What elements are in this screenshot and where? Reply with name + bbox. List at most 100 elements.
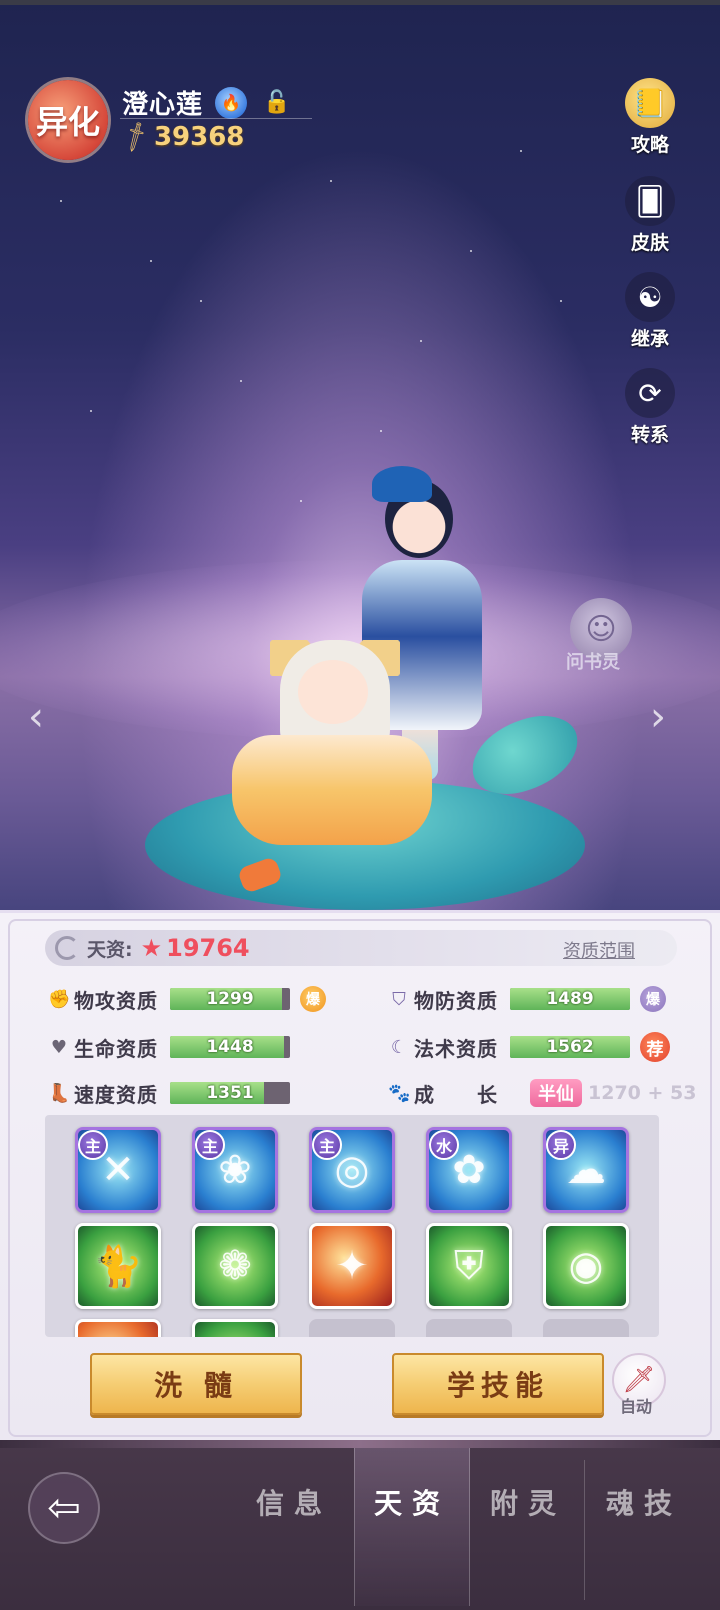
main-tag: 主	[312, 1130, 342, 1160]
stat-hp-value: 1448	[206, 1037, 254, 1057]
side-btn-skin[interactable]: 🂠 皮肤	[620, 176, 680, 255]
wash-button[interactable]: 洗 髓	[90, 1353, 302, 1415]
wave-skill-icon: ◎	[334, 1147, 370, 1193]
side-btn-guide-label: 攻略	[630, 134, 669, 156]
green-lotus-skill-icon: ❁	[218, 1243, 252, 1289]
stat-attack: ✊ 物攻资质 1299 爆	[48, 985, 326, 1013]
stat-hp-bar: 1448	[170, 1036, 290, 1058]
side-btn-inherit[interactable]: ☯ 继承	[620, 272, 680, 351]
stat-defense: ⛉ 物防资质 1489 爆	[388, 985, 666, 1013]
range-link[interactable]: 资质范围	[563, 937, 635, 963]
learn-skill-button[interactable]: 学技能	[392, 1353, 604, 1415]
inherit-swirl-icon: ☯	[625, 272, 675, 322]
character-a-hat	[372, 466, 432, 502]
talent-panel: 天资: ★ 19764 资质范围 ✊ 物攻资质 1299 爆 ⛉ 物防资质 14…	[0, 910, 720, 1440]
skill-slot-3[interactable]: ◎ 主	[309, 1127, 395, 1213]
variant-tag: 异	[546, 1130, 576, 1160]
prev-arrow-icon[interactable]: ‹	[28, 694, 44, 740]
tab-info[interactable]: 信息	[256, 1482, 332, 1522]
skill-slot-empty	[309, 1319, 395, 1337]
stat-speed-label: 速度资质	[74, 1082, 158, 1107]
stat-speed: 👢 速度资质 1351	[48, 1079, 290, 1107]
stat-defense-value: 1489	[546, 989, 594, 1009]
active-tab-highlight	[354, 1448, 470, 1606]
skill-slot-empty	[543, 1319, 629, 1337]
skill-slot-10[interactable]: ◉	[543, 1223, 629, 1309]
stat-growth-label: 成 长	[414, 1082, 498, 1107]
skill-slot-1[interactable]: ✕ 主	[75, 1127, 161, 1213]
defense-icon: ⛉	[392, 988, 406, 1010]
heart-icon: ♥	[50, 1036, 68, 1058]
variant-badge: 异化	[28, 80, 108, 160]
power-line: 🗡 39368	[118, 119, 245, 155]
talent-label: 天资:	[87, 938, 133, 961]
skin-card-icon: 🂠	[625, 176, 675, 226]
skill-slot-7[interactable]: ❁	[192, 1223, 278, 1309]
growth-value: 1270 + 53	[588, 1082, 697, 1104]
skill-grid: ✕ 主 ❀ 主 ◎ 主 ✿ 水 ☁ 异 🐈 ❁ ✦ ⛨ ◉	[45, 1115, 659, 1337]
character-b-face	[298, 660, 368, 724]
lotus-skill-icon: ❀	[218, 1147, 252, 1193]
flame-skill-icon: ✦	[335, 1243, 369, 1289]
talent-star-icon: ★	[140, 934, 163, 962]
pet-showcase-scene	[0, 0, 720, 940]
main-tag: 主	[78, 1130, 108, 1160]
side-btn-switch-label: 转系	[630, 424, 669, 446]
side-btn-guide[interactable]: 📒 攻略	[620, 78, 680, 157]
recommend-tag[interactable]: 荐	[640, 1032, 670, 1062]
lotus-bud-skill-icon: ✿	[452, 1147, 486, 1193]
nav-glow	[0, 1440, 720, 1448]
skill-slot-12[interactable]	[192, 1319, 278, 1337]
skill-slot-empty	[426, 1319, 512, 1337]
auto-label[interactable]: 自动	[620, 1393, 652, 1417]
attack-icon: ✊	[48, 988, 71, 1010]
stat-hp-label: 生命资质	[74, 1036, 158, 1061]
boot-icon: 👢	[48, 1082, 71, 1104]
stat-attack-value: 1299	[206, 989, 254, 1009]
status-strip	[0, 0, 720, 5]
paw-icon: 🐾	[388, 1082, 411, 1104]
talent-bar: 天资: ★ 19764 资质范围	[45, 930, 677, 966]
skill-slot-2[interactable]: ❀ 主	[192, 1127, 278, 1213]
stat-magic-value: 1562	[546, 1037, 594, 1057]
character-b-dress	[232, 735, 432, 845]
pet-name: 澄心莲	[122, 90, 204, 120]
switch-element-icon: ⟳	[625, 368, 675, 418]
side-btn-inherit-label: 继承	[630, 328, 669, 350]
unlock-icon[interactable]: 🔓	[263, 90, 290, 115]
stat-attack-label: 物攻资质	[74, 988, 158, 1013]
blue-flame-icon[interactable]: 🔥	[215, 86, 248, 119]
stat-defense-label: 物防资质	[414, 988, 498, 1013]
talent-value: 19764	[166, 934, 250, 962]
tab-soul-skill[interactable]: 魂技	[606, 1482, 682, 1522]
stat-speed-bar: 1351	[170, 1082, 290, 1104]
tab-talent[interactable]: 天资	[374, 1482, 450, 1522]
shield-skill-icon: ⛨	[454, 1243, 484, 1289]
skill-slot-8[interactable]: ✦	[309, 1223, 395, 1309]
skill-slot-5[interactable]: ☁ 异	[543, 1127, 629, 1213]
water-tag: 水	[429, 1130, 459, 1160]
sword-icon: 🗡	[117, 119, 155, 155]
cat-spirit-skill-icon: 🐈	[93, 1243, 143, 1290]
burst-tag[interactable]: 爆	[300, 986, 326, 1012]
skill-slot-6[interactable]: 🐈	[75, 1223, 161, 1309]
main-tag: 主	[195, 1130, 225, 1160]
next-arrow-icon[interactable]: ›	[650, 694, 666, 740]
stat-magic: ☾ 法术资质 1562 荐	[388, 1032, 670, 1062]
side-btn-switch[interactable]: ⟳ 转系	[620, 368, 680, 447]
skill-slot-9[interactable]: ⛨	[426, 1223, 512, 1309]
stat-hp: ♥ 生命资质 1448	[48, 1033, 290, 1061]
stat-defense-bar: 1489	[510, 988, 630, 1010]
back-arrow-icon[interactable]: ⇦	[28, 1472, 100, 1544]
burst-tag-dim[interactable]: 爆	[640, 986, 666, 1012]
stat-attack-bar: 1299	[170, 988, 290, 1010]
stat-magic-label: 法术资质	[414, 1036, 498, 1061]
name-divider	[120, 118, 312, 119]
tab-attach-spirit[interactable]: 附灵	[490, 1482, 566, 1522]
stat-growth: 🐾 成 长 半仙 1270 + 53	[388, 1079, 696, 1107]
power-value: 39368	[153, 122, 245, 152]
tab-divider	[584, 1460, 585, 1600]
skill-slot-4[interactable]: ✿ 水	[426, 1127, 512, 1213]
guide-book-icon: 📒	[625, 78, 675, 128]
skill-slot-11[interactable]	[75, 1319, 161, 1337]
